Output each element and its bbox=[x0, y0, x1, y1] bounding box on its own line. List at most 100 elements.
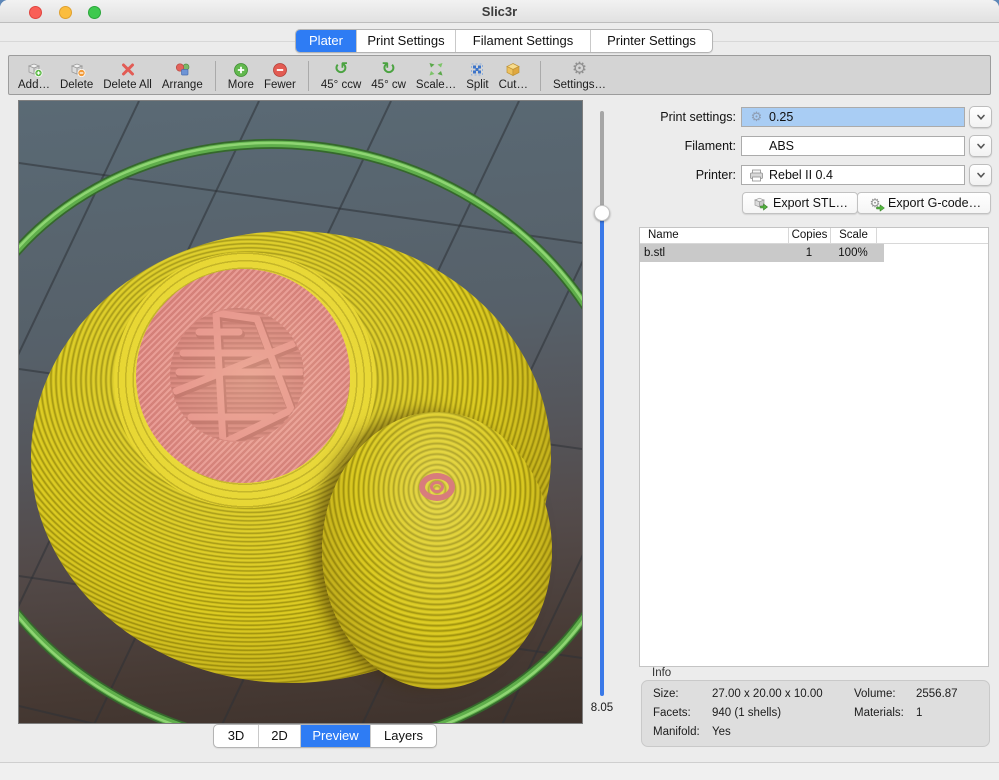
tab-2d[interactable]: 2D bbox=[259, 725, 301, 747]
status-strip bbox=[0, 763, 999, 780]
column-header-extra bbox=[876, 228, 988, 243]
title-bar[interactable]: Slic3r bbox=[0, 0, 999, 23]
table-header: Name Copies Scale bbox=[640, 228, 988, 244]
arrange-icon bbox=[174, 60, 191, 79]
facets-label: Facets: bbox=[653, 707, 691, 719]
slic3r-window: Slic3r Plater Print Settings Filament Se… bbox=[0, 0, 999, 780]
printer-combo[interactable]: Rebel II 0.4 bbox=[741, 165, 965, 185]
cut-label: Cut… bbox=[499, 79, 528, 92]
manifold-value: Yes bbox=[712, 726, 731, 738]
arrange-button[interactable]: Arrange bbox=[157, 58, 208, 93]
rotate-ccw-button[interactable]: ↺ 45° ccw bbox=[316, 58, 366, 93]
filament-value: ABS bbox=[769, 139, 794, 153]
delete-all-button[interactable]: Delete All bbox=[98, 58, 157, 93]
export-gcode-button[interactable]: ⚙ Export G-code… bbox=[857, 192, 991, 214]
gear-icon: ⚙ bbox=[572, 60, 587, 79]
rotate-ccw-icon: ↺ bbox=[334, 60, 348, 79]
printer-label: Printer: bbox=[620, 168, 736, 182]
gear-icon: ⚙ bbox=[747, 110, 766, 125]
column-header-scale[interactable]: Scale bbox=[830, 228, 876, 243]
box-plus-icon bbox=[25, 60, 43, 79]
scale-arrows-icon bbox=[428, 60, 444, 79]
facets-value: 940 (1 shells) bbox=[712, 707, 781, 719]
printer-icon bbox=[747, 169, 766, 182]
scale-label: Scale… bbox=[416, 79, 456, 92]
export-gcode-label: Export G-code… bbox=[888, 196, 981, 210]
more-label: More bbox=[228, 79, 254, 92]
plus-circle-icon bbox=[233, 60, 249, 79]
cell-name: b.stl bbox=[640, 244, 788, 262]
cut-button[interactable]: Cut… bbox=[494, 58, 533, 93]
fewer-label: Fewer bbox=[264, 79, 296, 92]
red-x-icon bbox=[120, 60, 136, 79]
print-settings-label: Print settings: bbox=[620, 110, 736, 124]
small-dome-shading bbox=[322, 412, 552, 689]
materials-value: 1 bbox=[916, 707, 922, 719]
printer-value: Rebel II 0.4 bbox=[769, 168, 833, 182]
scale-button[interactable]: Scale… bbox=[411, 58, 461, 93]
tab-plater[interactable]: Plater bbox=[296, 30, 357, 52]
split-dots-icon bbox=[469, 60, 485, 79]
manifold-label: Manifold: bbox=[653, 726, 700, 738]
cell-scale: 100% bbox=[830, 244, 876, 262]
toolbar-separator bbox=[215, 61, 216, 91]
info-legend: Info bbox=[652, 667, 671, 679]
export-stl-button[interactable]: Export STL… bbox=[742, 192, 858, 214]
main-tab-bar: Plater Print Settings Filament Settings … bbox=[295, 29, 713, 53]
export-stl-label: Export STL… bbox=[773, 196, 848, 210]
delete-all-label: Delete All bbox=[103, 79, 152, 92]
cut-box-icon bbox=[505, 60, 521, 79]
arrange-label: Arrange bbox=[162, 79, 203, 92]
add-label: Add… bbox=[18, 79, 50, 92]
tab-print-settings[interactable]: Print Settings bbox=[357, 30, 456, 52]
delete-button[interactable]: Delete bbox=[55, 58, 98, 93]
tab-printer-settings[interactable]: Printer Settings bbox=[591, 30, 712, 52]
delete-label: Delete bbox=[60, 79, 93, 92]
volume-label: Volume: bbox=[854, 688, 896, 700]
filament-dropdown-button[interactable] bbox=[969, 135, 992, 157]
filament-label: Filament: bbox=[620, 139, 736, 153]
tab-layers[interactable]: Layers bbox=[371, 725, 436, 747]
tab-preview[interactable]: Preview bbox=[301, 725, 371, 747]
size-label: Size: bbox=[653, 688, 679, 700]
tab-filament-settings[interactable]: Filament Settings bbox=[456, 30, 591, 52]
split-button[interactable]: Split bbox=[461, 58, 493, 93]
export-gcode-icon: ⚙ bbox=[867, 196, 883, 211]
info-box: Size: 27.00 x 20.00 x 10.00 Volume: 2556… bbox=[641, 680, 990, 747]
toolbar-separator bbox=[308, 61, 309, 91]
column-header-name[interactable]: Name bbox=[640, 228, 788, 243]
tab-3d[interactable]: 3D bbox=[214, 725, 259, 747]
chevron-down-icon bbox=[976, 114, 986, 121]
more-button[interactable]: More bbox=[223, 58, 259, 93]
chevron-down-icon bbox=[976, 143, 986, 150]
print-settings-dropdown-button[interactable] bbox=[969, 106, 992, 128]
window-title: Slic3r bbox=[0, 4, 999, 19]
fewer-button[interactable]: Fewer bbox=[259, 58, 301, 93]
printer-dropdown-button[interactable] bbox=[969, 164, 992, 186]
rotate-cw-label: 45° cw bbox=[371, 79, 406, 92]
3d-preview-canvas[interactable] bbox=[18, 100, 583, 724]
rotate-cw-icon: ↻ bbox=[381, 60, 395, 79]
chevron-down-icon bbox=[976, 172, 986, 179]
object-list-table[interactable]: Name Copies Scale b.stl 1 100% bbox=[639, 227, 989, 667]
rotate-cw-button[interactable]: ↻ 45° cw bbox=[366, 58, 411, 93]
volume-value: 2556.87 bbox=[916, 688, 958, 700]
settings-label: Settings… bbox=[553, 79, 606, 92]
view-tab-bar: 3D 2D Preview Layers bbox=[213, 724, 437, 748]
minus-circle-icon bbox=[272, 60, 288, 79]
filament-combo[interactable]: ABS bbox=[741, 136, 965, 156]
print-settings-combo[interactable]: ⚙ 0.25 bbox=[741, 107, 965, 127]
plater-toolbar: Add… Delete Delete All Arrange More bbox=[8, 55, 991, 95]
export-stl-icon bbox=[752, 196, 768, 211]
layer-slider-fill bbox=[600, 219, 604, 696]
settings-button[interactable]: ⚙ Settings… bbox=[548, 58, 611, 93]
add-button[interactable]: Add… bbox=[13, 58, 55, 93]
materials-label: Materials: bbox=[854, 707, 904, 719]
small-dome-infill-dot bbox=[430, 481, 444, 493]
layer-slider-thumb[interactable] bbox=[594, 205, 610, 221]
table-row[interactable]: b.stl 1 100% bbox=[640, 244, 988, 262]
cell-copies: 1 bbox=[788, 244, 830, 262]
split-label: Split bbox=[466, 79, 488, 92]
column-header-copies[interactable]: Copies bbox=[788, 228, 830, 243]
layer-height-value: 8.05 bbox=[582, 702, 622, 714]
